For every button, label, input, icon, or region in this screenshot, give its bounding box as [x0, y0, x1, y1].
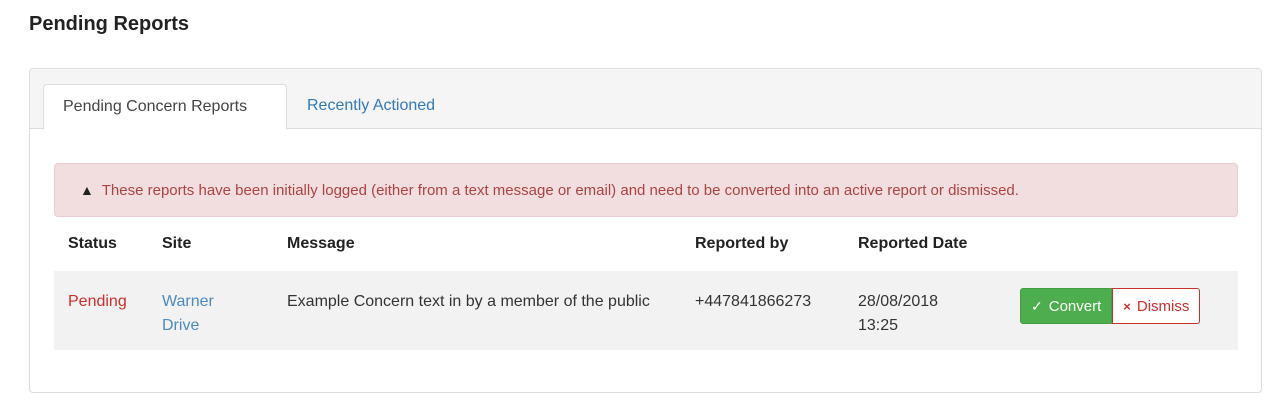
header-site: Site [162, 235, 192, 252]
reports-table: Status Site Message Reported by Reported… [54, 219, 1238, 350]
check-icon: ✓ [1031, 297, 1043, 314]
dismiss-button[interactable]: × Dismiss [1112, 288, 1201, 324]
convert-button[interactable]: ✓ Convert [1020, 288, 1113, 324]
reported-by-cell: +447841866273 [695, 293, 812, 310]
tab-pending-concern-reports[interactable]: Pending Concern Reports [43, 84, 287, 130]
reports-panel: Pending Concern Reports Recently Actione… [29, 68, 1262, 393]
status-cell: Pending [68, 293, 127, 310]
page-title: Pending Reports [29, 13, 190, 35]
table-row: Pending Warner Drive Example Concern tex… [54, 271, 1238, 350]
alert-text: These reports have been initially logged… [101, 182, 1019, 199]
row-actions: ✓ Convert × Dismiss [1020, 288, 1201, 324]
message-cell: Example Concern text in by a member of t… [287, 293, 650, 310]
info-alert: ▲ These reports have been initially logg… [54, 163, 1238, 217]
header-message: Message [287, 235, 355, 252]
table-header: Status Site Message Reported by Reported… [54, 219, 1238, 271]
header-status: Status [68, 235, 117, 252]
warning-icon: ▲ [80, 182, 94, 198]
header-reported-date: Reported Date [858, 235, 968, 252]
header-reported-by: Reported by [695, 235, 789, 252]
site-link[interactable]: Warner Drive [162, 290, 242, 338]
dismiss-label: Dismiss [1136, 297, 1190, 315]
reported-date-cell: 28/08/2018 13:25 [858, 293, 939, 334]
tab-bar: Pending Concern Reports Recently Actione… [30, 69, 1261, 130]
convert-label: Convert [1048, 297, 1102, 315]
close-icon: × [1123, 298, 1131, 314]
tab-recently-actioned[interactable]: Recently Actioned [288, 84, 454, 129]
